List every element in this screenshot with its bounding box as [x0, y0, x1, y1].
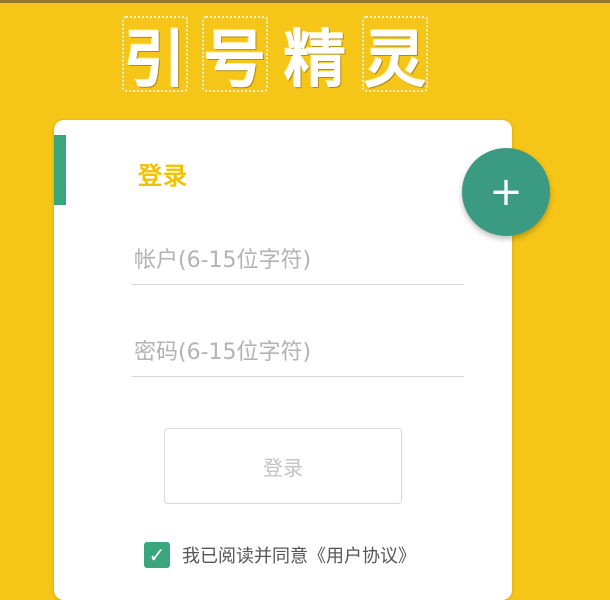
account-field — [132, 236, 464, 285]
title-accent-bar — [54, 135, 66, 205]
logo-char-2: 号 — [198, 12, 272, 96]
checkmark-icon: ✓ — [148, 543, 166, 567]
password-field — [132, 328, 464, 377]
password-input[interactable] — [132, 328, 464, 376]
logo-char-3: 精 — [283, 23, 346, 96]
agreement-row: ✓ 我已阅读并同意《用户协议》 — [144, 542, 416, 568]
logo-char-1: 引 — [118, 12, 192, 96]
login-title: 登录 — [138, 162, 188, 190]
account-input[interactable] — [132, 236, 464, 284]
agreement-text[interactable]: 我已阅读并同意《用户协议》 — [182, 542, 416, 568]
login-card: 登录 登录 ✓ 我已阅读并同意《用户协议》 — [54, 120, 512, 600]
login-button[interactable]: 登录 — [164, 428, 402, 504]
top-edge — [0, 0, 610, 3]
app-logo: 引 号 精 灵 — [118, 8, 432, 100]
plus-icon: + — [489, 169, 523, 215]
logo-char-4: 灵 — [358, 12, 432, 96]
agreement-checkbox[interactable]: ✓ — [144, 542, 170, 568]
register-fab-button[interactable]: + — [462, 148, 550, 236]
